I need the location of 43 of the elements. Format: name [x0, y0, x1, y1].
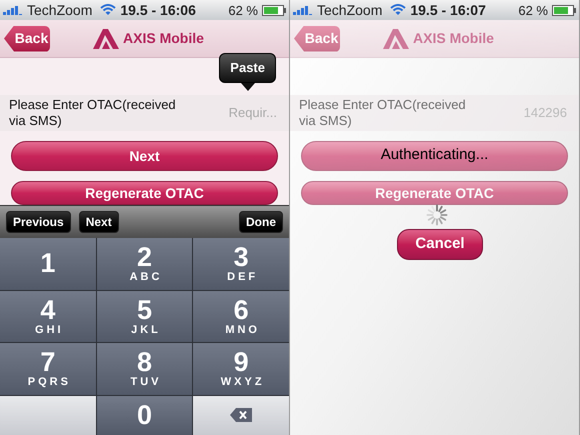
- toolbar-button[interactable]: Next: [78, 211, 119, 233]
- spinner-icon: [426, 204, 448, 226]
- clock-time: 19.5 - 16:07: [410, 3, 486, 17]
- keypad-key[interactable]: 6 MNO: [193, 290, 289, 342]
- signal-icon: [293, 5, 313, 15]
- battery-percent: 62 %: [228, 4, 258, 16]
- signal-icon: [3, 5, 23, 15]
- pill-button[interactable]: [301, 141, 568, 171]
- otac-field[interactable]: Requir...: [194, 103, 277, 123]
- app-title: AXIS Mobile: [123, 29, 204, 48]
- wifi-icon: [100, 4, 116, 16]
- keypad-key[interactable]: 9 WXYZ: [193, 343, 289, 394]
- battery-percent: 62 %: [518, 4, 548, 16]
- field-label: Please Enter OTAC(received via SMS): [299, 97, 467, 129]
- keypad-key[interactable]: 2 ABC: [96, 238, 192, 290]
- battery-icon: [552, 4, 576, 16]
- logo-icon: [93, 28, 119, 48]
- regenerate-button[interactable]: Regenerate OTAC: [11, 181, 278, 205]
- keypad-key[interactable]: 7 PQRS: [0, 343, 96, 394]
- keypad-key[interactable]: 1: [0, 238, 96, 290]
- keypad-key[interactable]: 3 DEF: [193, 238, 289, 290]
- toolbar-button[interactable]: Previous: [6, 211, 71, 233]
- carrier-name: TechZoom: [27, 3, 92, 17]
- delete-key[interactable]: [193, 396, 289, 435]
- backspace-icon: [230, 408, 252, 422]
- keypad-key[interactable]: 4 GHI: [0, 290, 96, 342]
- cancel-button[interactable]: Cancel: [397, 229, 483, 260]
- app-title: AXIS Mobile: [413, 29, 494, 48]
- battery-icon: [262, 4, 286, 16]
- keypad-key[interactable]: 0: [96, 396, 192, 435]
- field-label: Please Enter OTAC(received via SMS): [9, 97, 177, 129]
- next-button[interactable]: Next: [11, 141, 278, 171]
- paste-button[interactable]: Paste: [219, 53, 276, 83]
- clock-time: 19.5 - 16:06: [120, 3, 196, 17]
- keypad-key[interactable]: 5 JKL: [96, 290, 192, 342]
- wifi-icon: [390, 4, 406, 16]
- keypad-key[interactable]: 8 TUV: [96, 343, 192, 394]
- toolbar-button[interactable]: Done: [239, 211, 283, 233]
- carrier-name: TechZoom: [317, 3, 382, 17]
- callout-pointer-icon: [240, 83, 255, 91]
- status-message: Authenticating...: [380, 145, 488, 165]
- back-button[interactable]: Back: [4, 26, 50, 52]
- logo-icon: [383, 28, 409, 48]
